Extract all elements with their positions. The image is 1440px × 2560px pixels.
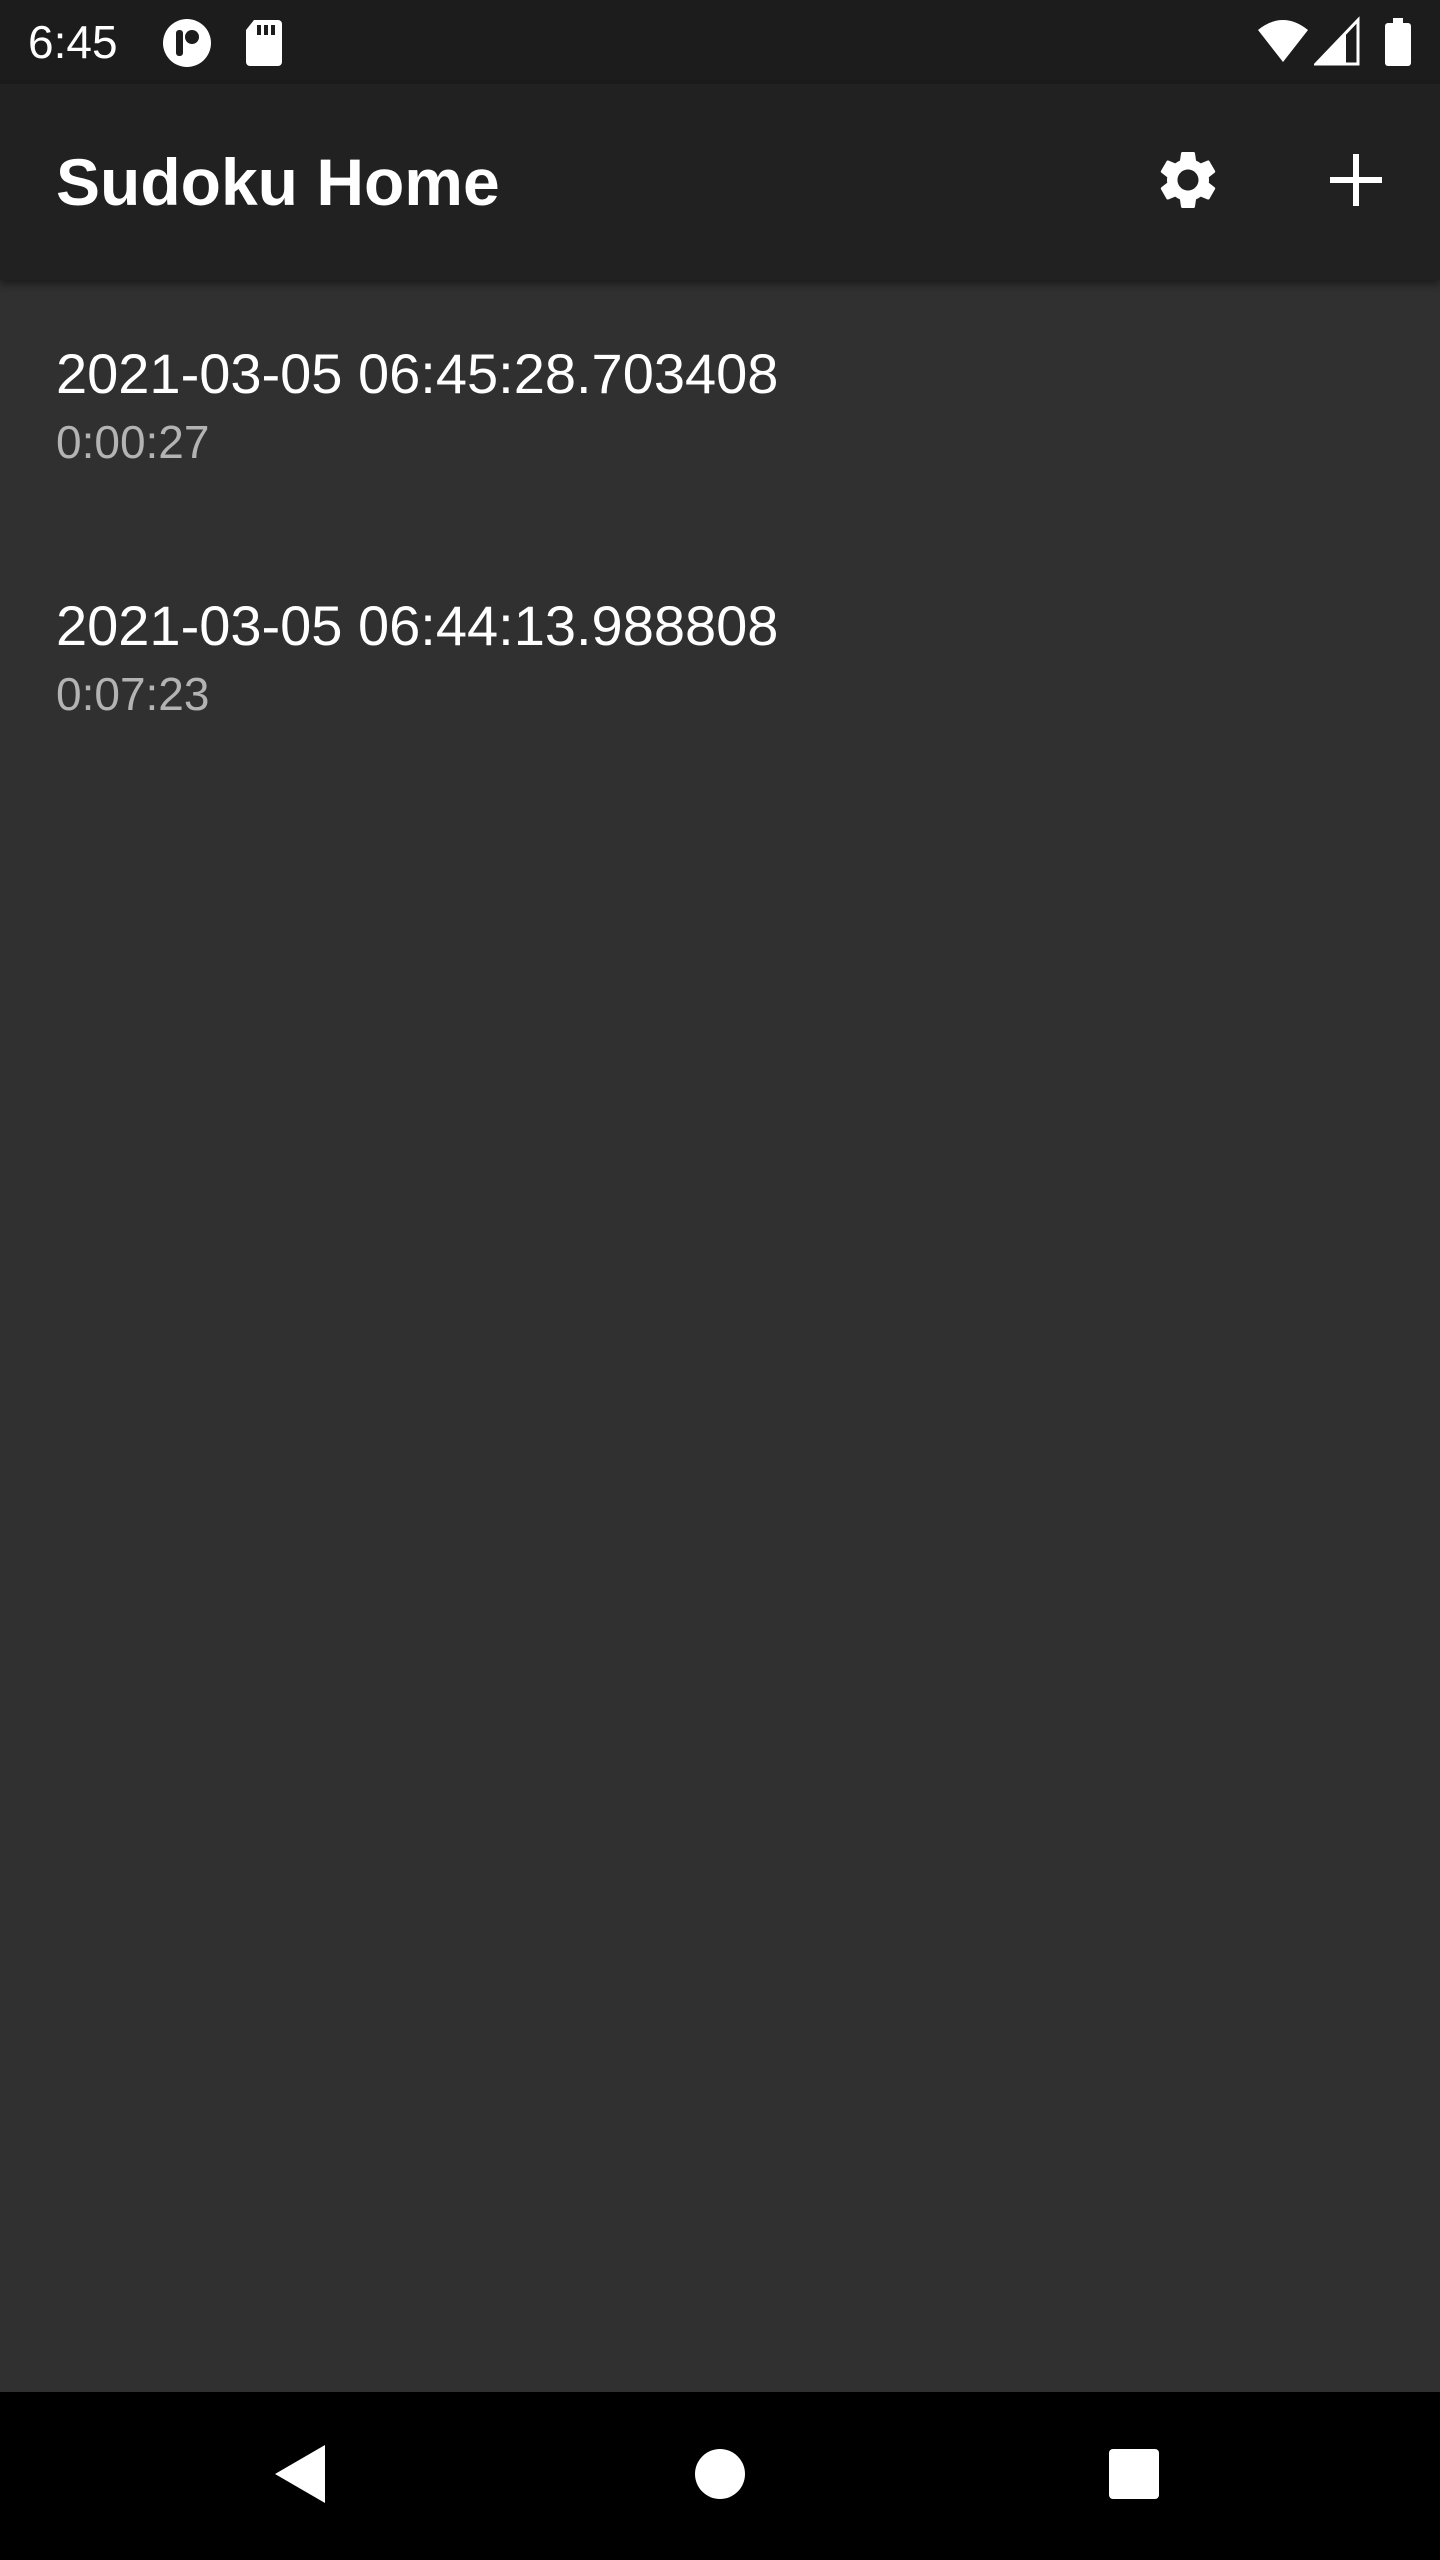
recents-icon [1108,2448,1160,2505]
game-list: 2021-03-05 06:45:28.703408 0:00:27 2021-… [0,280,1440,784]
settings-button[interactable] [1128,122,1248,242]
game-title: 2021-03-05 06:44:13.988808 [56,594,779,657]
list-item[interactable]: 2021-03-05 06:44:13.988808 0:07:23 [0,532,1440,784]
game-duration: 0:07:23 [56,668,210,720]
status-time: 6:45 [28,16,118,68]
navigation-bar [0,2392,1440,2560]
add-icon [1326,150,1386,215]
screen: 6:45 Sudoku Home 2021-03-05 06:45:28.703… [0,0,1440,2560]
add-button[interactable] [1296,122,1416,242]
app-bar: Sudoku Home [0,84,1440,280]
battery-icon [1384,16,1412,68]
home-icon [694,2448,746,2505]
wifi-icon [1256,16,1310,68]
back-icon [271,2443,329,2510]
home-button[interactable] [660,2416,780,2536]
recents-button[interactable] [1074,2416,1194,2536]
game-duration: 0:00:27 [56,416,210,468]
list-item[interactable]: 2021-03-05 06:45:28.703408 0:00:27 [0,280,1440,532]
page-title: Sudoku Home [56,145,500,219]
status-bar: 6:45 [0,0,1440,84]
sd-card-icon [244,18,294,68]
settings-icon [1153,145,1223,220]
cellular-signal-icon [1312,16,1360,68]
game-title: 2021-03-05 06:45:28.703408 [56,342,779,405]
back-button[interactable] [240,2416,360,2536]
app-notification-icon [162,18,212,68]
